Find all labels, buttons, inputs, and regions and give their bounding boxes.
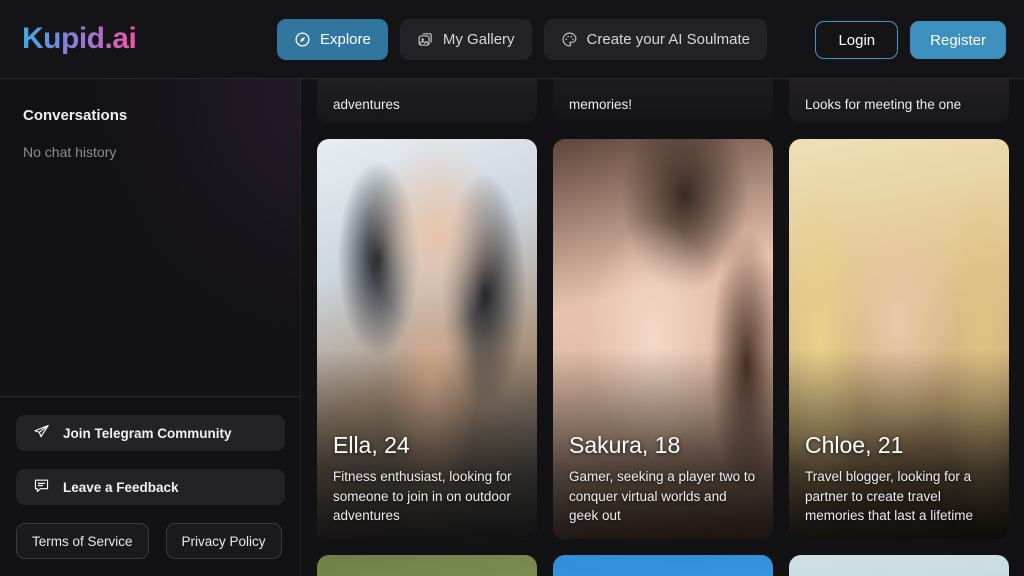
main-nav: Explore My Gallery Create your AI Soulma… xyxy=(277,19,767,60)
sidebar-divider xyxy=(0,396,300,397)
card-description: Fitness enthusiast, looking for someone … xyxy=(333,469,512,524)
no-chat-history-text: No chat history xyxy=(23,144,117,160)
nav-item-explore[interactable]: Explore xyxy=(277,19,388,60)
feedback-chat-icon xyxy=(33,477,50,497)
nav-label-create-soulmate: Create your AI Soulmate xyxy=(586,31,750,48)
login-button[interactable]: Login xyxy=(815,21,899,59)
character-card-chloe[interactable]: Chloe, 21 Travel blogger, looking for a … xyxy=(789,139,1009,539)
card-name: Chloe, 21 xyxy=(805,432,904,459)
palette-icon xyxy=(561,31,578,48)
card-name: Sakura, 18 xyxy=(569,432,681,459)
card-partial-bottom[interactable] xyxy=(789,555,1009,576)
card-name: Ella, 24 xyxy=(333,432,410,459)
telegram-send-icon xyxy=(33,423,50,443)
card-cut-text: Looks for meeting the one xyxy=(805,97,962,112)
card-partial-top[interactable]: adventures xyxy=(317,79,537,123)
card-description: Travel blogger, looking for a partner to… xyxy=(805,469,974,524)
nav-label-explore: Explore xyxy=(320,31,371,48)
card-cut-text: adventures xyxy=(333,97,400,112)
leave-feedback-button[interactable]: Leave a Feedback xyxy=(16,469,285,505)
card-description: Gamer, seeking a player two to conquer v… xyxy=(569,469,756,524)
app-root: Kupid.ai Explore My Gallery Create your … xyxy=(0,0,1024,576)
site-logo[interactable]: Kupid.ai xyxy=(22,22,137,56)
card-partial-bottom[interactable] xyxy=(553,555,773,576)
character-card-sakura[interactable]: Sakura, 18 Gamer, seeking a player two t… xyxy=(553,139,773,539)
card-cut-text: memories! xyxy=(569,97,633,112)
card-body: Chloe, 21 Travel blogger, looking for a … xyxy=(805,432,995,526)
top-header: Kupid.ai Explore My Gallery Create your … xyxy=(0,0,1024,79)
leave-feedback-label: Leave a Feedback xyxy=(63,479,179,495)
card-body: Ella, 24 Fitness enthusiast, looking for… xyxy=(333,432,523,526)
join-telegram-label: Join Telegram Community xyxy=(63,425,232,441)
card-partial-top[interactable]: memories! xyxy=(553,79,773,123)
main-content: adventures memories! Looks for meeting t… xyxy=(301,79,1024,576)
card-body: Sakura, 18 Gamer, seeking a player two t… xyxy=(569,432,759,526)
sidebar-actions: Join Telegram Community Leave a Feedback… xyxy=(16,415,286,559)
nav-item-my-gallery[interactable]: My Gallery xyxy=(399,19,532,60)
character-card-grid: adventures memories! Looks for meeting t… xyxy=(317,79,1009,576)
nav-label-my-gallery: My Gallery xyxy=(442,31,515,48)
card-image xyxy=(789,555,1009,576)
card-partial-bottom[interactable] xyxy=(317,555,537,576)
card-partial-top[interactable]: Looks for meeting the one xyxy=(789,79,1009,123)
register-button[interactable]: Register xyxy=(910,21,1006,59)
character-card-ella[interactable]: Ella, 24 Fitness enthusiast, looking for… xyxy=(317,139,537,539)
legal-links-row: Terms of Service Privacy Policy xyxy=(16,523,286,559)
gallery-icon xyxy=(417,31,434,48)
auth-buttons: Login Register xyxy=(815,21,1006,59)
join-telegram-button[interactable]: Join Telegram Community xyxy=(16,415,285,451)
left-sidebar: Conversations No chat history Join Teleg… xyxy=(0,79,301,576)
card-image xyxy=(317,555,537,576)
privacy-policy-link[interactable]: Privacy Policy xyxy=(165,523,282,559)
card-image xyxy=(553,555,773,576)
conversations-title: Conversations xyxy=(23,107,128,124)
terms-of-service-link[interactable]: Terms of Service xyxy=(16,523,149,559)
nav-item-create-soulmate[interactable]: Create your AI Soulmate xyxy=(543,19,767,60)
compass-icon xyxy=(294,31,311,48)
